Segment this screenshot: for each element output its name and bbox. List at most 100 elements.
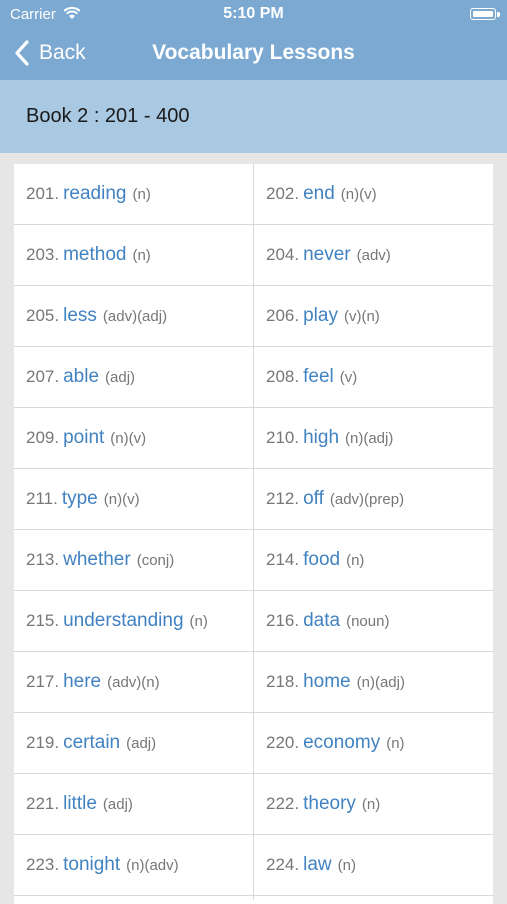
vocab-word: theory <box>303 793 356 814</box>
row-divider <box>14 895 493 896</box>
row-divider <box>14 773 493 774</box>
row-divider <box>14 407 493 408</box>
vocab-part-of-speech: (n)(v) <box>340 185 377 203</box>
vocab-item[interactable]: 212. off (adv)(prep) <box>254 469 493 529</box>
vocab-word: point <box>63 427 105 448</box>
vocab-word: reading <box>63 183 127 204</box>
row-divider <box>14 285 493 286</box>
vocab-word: off <box>303 488 324 509</box>
vocab-part-of-speech: (noun) <box>346 612 390 630</box>
row-divider <box>14 529 493 530</box>
vocab-word: high <box>303 427 340 448</box>
vocab-number: 216. <box>266 611 300 630</box>
vocab-item[interactable]: 221. little (adj) <box>14 774 253 834</box>
vocab-word: law <box>303 854 332 875</box>
vocab-item[interactable]: 203. method (n) <box>14 225 253 285</box>
vocab-number: 206. <box>266 306 300 325</box>
vocab-part-of-speech: (n) <box>189 612 208 630</box>
vocab-part-of-speech: (n)(adv) <box>126 856 179 874</box>
vocab-item[interactable]: 204. never (adv) <box>254 225 493 285</box>
vocab-part-of-speech: (n) <box>346 551 365 569</box>
vocab-number: 207. <box>26 367 60 386</box>
vocab-word: type <box>61 488 98 509</box>
vocab-number: 203. <box>26 245 60 264</box>
vocab-item[interactable]: 210. high (n)(adj) <box>254 408 493 468</box>
vocab-part-of-speech: (n)(v) <box>110 429 147 447</box>
vocab-number: 214. <box>266 550 300 569</box>
vocab-part-of-speech: (v) <box>339 368 358 386</box>
page-title: Vocabulary Lessons <box>152 41 355 64</box>
vocab-word: less <box>63 305 97 326</box>
vocab-part-of-speech: (n) <box>132 246 151 264</box>
vocab-word: end <box>303 183 335 204</box>
vocab-word: home <box>303 671 351 692</box>
vocab-part-of-speech: (conj) <box>136 551 175 569</box>
row-divider <box>14 468 493 469</box>
vocab-item[interactable]: 215. understanding (n) <box>14 591 253 651</box>
vocab-item[interactable]: 208. feel (v) <box>254 347 493 407</box>
vocab-number: 213. <box>26 550 60 569</box>
row-divider <box>14 834 493 835</box>
vocab-number: 208. <box>266 367 300 386</box>
vocab-item[interactable]: 224. law (n) <box>254 835 493 895</box>
vocab-part-of-speech: (adj) <box>102 795 133 813</box>
vocab-number: 218. <box>266 672 300 691</box>
section-title: Book 2 : 201 - 400 <box>26 105 190 127</box>
vocab-item[interactable]: 218. home (n)(adj) <box>254 652 493 712</box>
vocab-item[interactable]: 214. food (n) <box>254 530 493 590</box>
vocab-item[interactable]: 216. data (noun) <box>254 591 493 651</box>
vocab-number: 224. <box>266 855 300 874</box>
vocab-part-of-speech: (n) <box>361 795 381 813</box>
vocab-item[interactable]: 219. certain (adj) <box>14 713 253 773</box>
vocab-item[interactable]: 206. play (v)(n) <box>254 286 493 346</box>
vocab-item[interactable]: 205. less (adv)(adj) <box>14 286 253 346</box>
vocab-word: certain <box>63 732 121 753</box>
vocab-number: 210. <box>266 428 300 447</box>
vocab-number: 209. <box>26 428 60 447</box>
vocab-word: whether <box>63 549 131 570</box>
vocab-word: economy <box>303 732 381 753</box>
vocab-word: able <box>63 366 100 387</box>
vocab-item[interactable]: 223. tonight (n)(adv) <box>14 835 253 895</box>
vocab-number: 222. <box>266 794 300 813</box>
vocab-word: data <box>303 610 341 631</box>
navigation-bar: Back Vocabulary Lessons <box>0 28 507 80</box>
vocab-word: method <box>63 244 127 265</box>
vocab-item[interactable]: 211. type (n)(v) <box>14 469 253 529</box>
vocab-number: 221. <box>26 794 60 813</box>
row-divider <box>14 224 493 225</box>
status-bar: Carrier 5:10 PM <box>0 0 507 28</box>
vocab-item[interactable]: 207. able (adj) <box>14 347 253 407</box>
vocab-number: 215. <box>26 611 60 630</box>
vocab-word: never <box>303 244 351 265</box>
vocab-word: play <box>303 305 338 326</box>
vocab-word: feel <box>303 366 334 387</box>
vocab-item[interactable]: 220. economy (n) <box>254 713 493 773</box>
column-divider <box>253 164 254 900</box>
vocab-number: 220. <box>266 733 300 752</box>
vocab-item[interactable]: 217. here (adv)(n) <box>14 652 253 712</box>
vocab-item[interactable]: 222. theory (n) <box>254 774 493 834</box>
vocab-part-of-speech: (n)(adj) <box>345 429 394 447</box>
vocab-part-of-speech: (n) <box>132 185 151 203</box>
vocab-number: 201. <box>26 184 60 203</box>
vocab-part-of-speech: (adv) <box>356 246 391 264</box>
battery-icon <box>470 8 500 20</box>
vocab-number: 205. <box>26 306 60 325</box>
vocab-item[interactable]: 201. reading (n) <box>14 164 253 224</box>
vocab-number: 223. <box>26 855 60 874</box>
vocab-part-of-speech: (adv)(n) <box>107 673 160 691</box>
vocab-number: 212. <box>266 489 300 508</box>
vocab-item[interactable]: 202. end (n)(v) <box>254 164 493 224</box>
vocab-item[interactable]: 213. whether (conj) <box>14 530 253 590</box>
vocab-number: 217. <box>26 672 60 691</box>
vocab-word: little <box>63 793 97 814</box>
vocab-part-of-speech: (adj) <box>105 368 136 386</box>
vocab-item[interactable]: 209. point (n)(v) <box>14 408 253 468</box>
vocab-part-of-speech: (n) <box>386 734 405 752</box>
vocab-word: understanding <box>63 610 184 631</box>
section-header: Book 2 : 201 - 400 <box>0 80 507 153</box>
row-divider <box>14 346 493 347</box>
vocab-number: 202. <box>266 184 300 203</box>
vocab-number: 204. <box>266 245 300 264</box>
